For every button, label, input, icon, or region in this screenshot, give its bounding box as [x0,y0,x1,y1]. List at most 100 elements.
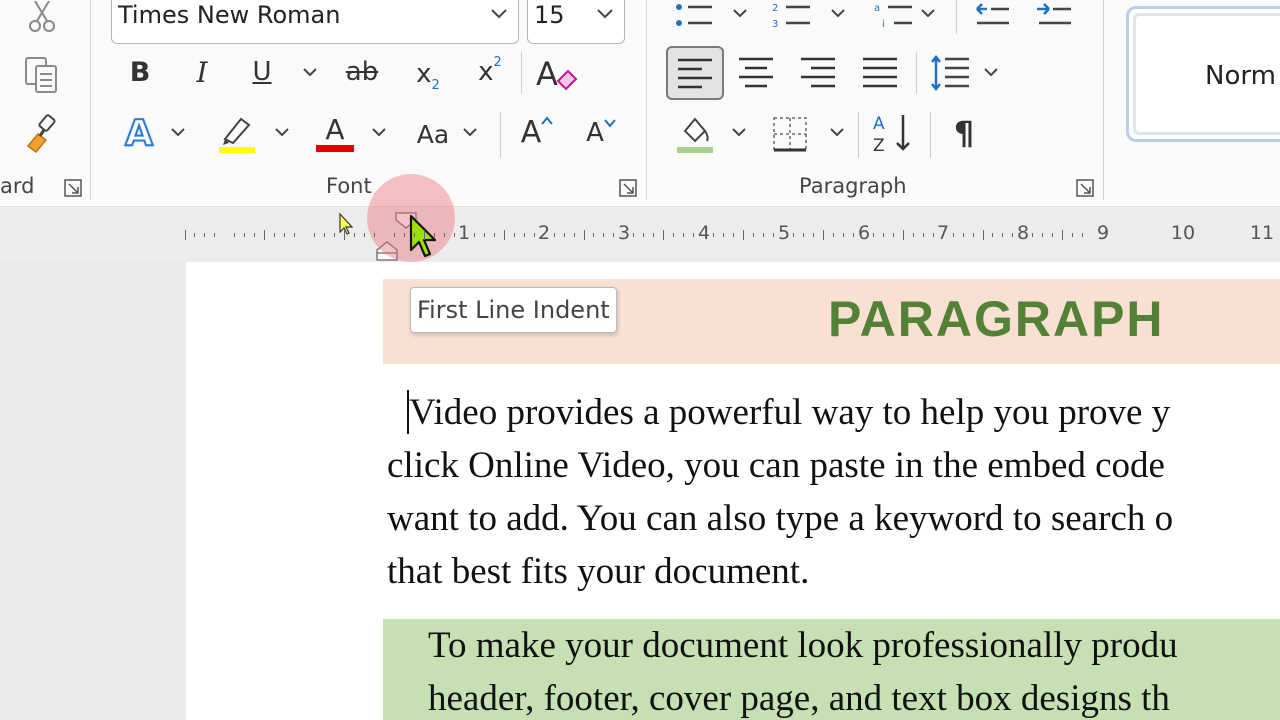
ruler-tick [793,233,794,237]
font-name-combo[interactable]: Times New Roman [111,0,519,44]
ruler-tick [244,233,245,237]
bullets-button[interactable] [672,0,716,34]
ruler-tick [1012,233,1013,237]
borders-chevron-down-icon[interactable] [829,127,845,139]
ruler-tick [903,230,904,240]
font-dialog-launcher[interactable] [618,178,638,198]
ruler-tick [504,230,505,240]
ruler-tick [743,230,744,240]
align-left-icon [678,58,712,89]
sort-icon: A Z [873,114,910,155]
grow-font-button[interactable]: A [515,110,559,154]
clear-formatting-button[interactable]: A [530,50,580,96]
ruler-tick [374,233,375,237]
ruler-tick [334,233,335,237]
paint-bucket-icon [677,117,713,153]
ruler-tick [514,233,515,237]
borders-button[interactable] [768,112,812,156]
decrease-indent-button[interactable] [972,0,1012,32]
text-effects-button[interactable]: A [116,110,162,156]
cut-button[interactable] [24,0,60,36]
numbering-button[interactable]: 2 3 [770,0,814,34]
font-color-swatch [316,144,354,152]
clipboard-dialog-launcher[interactable] [63,178,83,198]
font-size-combo[interactable]: 15 [527,0,625,44]
ruler-tick [933,233,934,237]
multilevel-list-button[interactable]: a i [872,0,916,34]
ruler-tick [1082,233,1083,237]
text-effects-chevron-down-icon[interactable] [170,127,186,139]
paragraph-2-line-1[interactable]: To make your document look professionall… [428,619,1178,672]
ruler-tick [883,233,884,237]
paragraph-1-line-4[interactable]: that best fits your document. [387,545,809,598]
ruler-tick [992,233,993,237]
ruler-tick [194,233,195,237]
shrink-font-button[interactable]: A [580,112,622,154]
change-case-chevron-down-icon[interactable] [462,127,478,139]
align-center-button[interactable] [736,52,776,92]
shading-chevron-down-icon[interactable] [731,127,747,139]
copy-button[interactable] [20,52,64,96]
font-color-chevron-down-icon[interactable] [371,127,387,139]
line-spacing-icon [931,54,969,92]
bold-button[interactable]: B [120,52,160,92]
ruler-tick [214,233,215,237]
ruler-tick [893,233,894,237]
ruler-number: 3 [617,222,631,244]
ruler-number: 11 [1249,222,1275,244]
ruler-tick [344,230,345,240]
bullets-chevron-down-icon[interactable] [732,8,748,20]
ruler-tick [693,233,694,237]
align-center-icon [739,57,773,88]
underline-glyph: U [252,57,272,87]
shading-button[interactable] [672,110,718,156]
sort-button[interactable]: A Z [870,110,918,156]
strikethrough-button[interactable]: ab [338,52,386,92]
italic-button[interactable]: I [182,52,222,92]
ruler-number: 10 [1170,222,1196,244]
style-normal-tile[interactable]: Norm [1126,6,1280,142]
paragraph-2-line-2[interactable]: header, footer, cover page, and text box… [428,672,1170,720]
ruler-number: 5 [777,222,791,244]
ruler-tick [843,233,844,237]
svg-text:3: 3 [772,19,778,30]
highlight-button[interactable] [214,110,260,156]
ruler-tick [923,233,924,237]
ruler-tick [1042,233,1043,237]
align-right-button[interactable] [798,52,838,92]
ruler-number: 8 [1016,222,1030,244]
group-separator [646,0,647,200]
paragraph-1-line-1[interactable]: Video provides a powerful way to help yo… [409,386,1170,439]
numbering-chevron-down-icon[interactable] [830,8,846,20]
font-color-button[interactable]: A [312,110,358,156]
paragraph-dialog-launcher[interactable] [1075,178,1095,198]
ruler-tick [733,233,734,237]
document-heading[interactable]: PARAGRAPH [828,290,1165,348]
highlight-chevron-down-icon[interactable] [274,127,290,139]
ruler-tick [873,233,874,237]
grow-font-glyph: A [520,114,542,150]
underline-chevron-down-icon[interactable] [302,67,318,79]
line-spacing-button[interactable] [928,52,972,94]
increase-indent-button[interactable] [1034,0,1074,32]
paragraph-1-line-2[interactable]: click Online Video, you can paste in the… [387,439,1165,492]
show-hide-marks-button[interactable]: ¶ [944,110,984,156]
ruler-tick [973,233,974,237]
superscript-mark: 2 [493,54,502,70]
line-spacing-chevron-down-icon[interactable] [983,67,999,79]
change-case-button[interactable]: Aa [408,112,458,156]
justify-button[interactable] [860,52,900,92]
ruler-tick [773,233,774,237]
multilevel-chevron-down-icon[interactable] [920,8,936,20]
ruler-tick [683,233,684,237]
svg-text:A: A [536,55,558,93]
format-painter-button[interactable] [20,110,66,156]
ruler-tick [983,230,984,240]
svg-text:a: a [874,3,880,14]
align-left-button[interactable] [666,46,724,100]
first-line-indent-tooltip: First Line Indent [410,287,617,333]
superscript-button[interactable]: x2 [470,50,510,94]
paragraph-1-line-3[interactable]: want to add. You can also type a keyword… [387,492,1173,545]
underline-button[interactable]: U [242,52,282,92]
subscript-button[interactable]: x2 [408,52,448,96]
